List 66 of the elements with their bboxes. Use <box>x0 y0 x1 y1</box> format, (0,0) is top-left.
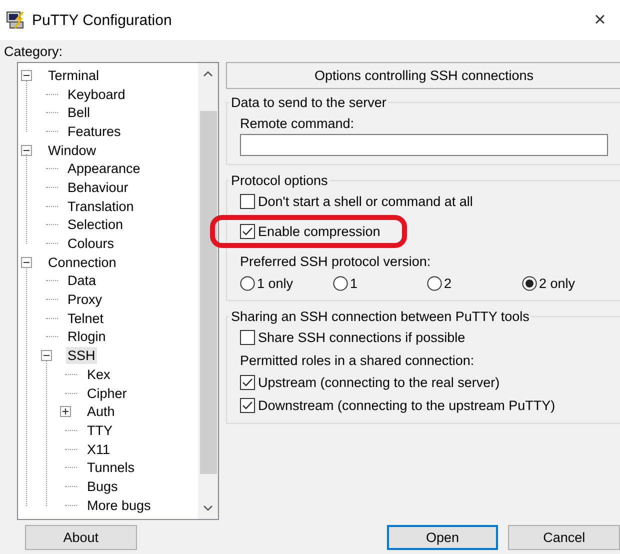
radio-label[interactable]: 2 <box>444 276 452 290</box>
tree-item[interactable]: Kex <box>85 366 112 383</box>
tree-item[interactable]: X11 <box>85 440 112 458</box>
dialog-button[interactable]: About <box>25 524 137 550</box>
tree-item[interactable]: More bugs <box>85 496 153 514</box>
tree-item[interactable]: Terminal <box>46 66 102 84</box>
expand-icon[interactable] <box>60 406 71 418</box>
tree-item[interactable]: SSH <box>66 347 98 364</box>
computer-icon <box>6 11 26 29</box>
tree-item[interactable]: Appearance <box>66 160 142 178</box>
tree-item[interactable]: Cipher <box>85 384 129 402</box>
radio-label[interactable]: 1 only <box>257 276 294 290</box>
checkbox[interactable] <box>240 398 255 413</box>
group-title: Data to send to the server <box>230 95 388 110</box>
field-label: Permitted roles in a shared connection: <box>240 352 476 370</box>
radio-button[interactable] <box>240 276 255 290</box>
tree-item[interactable]: Data <box>66 272 98 290</box>
tree-item[interactable]: Features <box>66 122 123 140</box>
radio-label[interactable]: 1 <box>350 276 358 290</box>
tree-item[interactable]: Window <box>46 142 98 159</box>
collapse-icon[interactable] <box>21 144 32 156</box>
tree-item[interactable]: Auth <box>85 403 117 420</box>
tree-item[interactable]: Behaviour <box>66 178 130 196</box>
checkbox-label[interactable]: Don't start a shell or command at all <box>258 194 473 209</box>
tree-item[interactable]: Tunnels <box>85 459 137 476</box>
tree-item[interactable]: Selection <box>66 216 126 234</box>
radio-label[interactable]: 2 only <box>539 276 576 290</box>
collapse-icon[interactable] <box>21 70 32 81</box>
tree-item[interactable]: Bugs <box>85 478 120 495</box>
close-button[interactable]: × <box>580 0 620 40</box>
scroll-thumb[interactable] <box>200 111 216 474</box>
tree-item[interactable]: Telnet <box>66 310 106 327</box>
dialog-button[interactable]: Open <box>386 524 498 550</box>
collapse-icon[interactable] <box>40 350 52 362</box>
tree-item[interactable]: Connection <box>46 254 118 271</box>
checkbox-label[interactable]: Downstream (connecting to the upstream PuTTY) <box>258 398 556 413</box>
checkbox[interactable] <box>240 330 255 345</box>
checkbox-label[interactable]: Share SSH connections if possible <box>258 330 466 345</box>
checkbox[interactable] <box>240 194 255 209</box>
scroll-up-icon[interactable] <box>203 69 213 79</box>
field-label: Preferred SSH protocol version: <box>240 252 432 271</box>
radio-button[interactable] <box>427 276 442 290</box>
checkbox[interactable] <box>240 375 255 390</box>
tree-item[interactable]: Bell <box>66 104 92 122</box>
window-title: PuTTY Configuration <box>32 12 173 28</box>
collapse-icon[interactable] <box>21 256 32 268</box>
tree-item[interactable]: Rlogin <box>66 328 108 346</box>
field-label: Remote command: <box>240 114 356 132</box>
panel-header: Options controlling SSH connections <box>226 62 620 89</box>
tree-item[interactable]: Keyboard <box>66 86 128 103</box>
group-title: Sharing an SSH connection between PuTTY tools <box>230 309 530 324</box>
group-title: Protocol options <box>230 173 329 188</box>
scroll-down-icon[interactable] <box>203 503 213 513</box>
tree-item[interactable]: Proxy <box>66 291 104 308</box>
radio-button[interactable] <box>522 276 537 290</box>
checkbox[interactable] <box>240 224 255 239</box>
tree-item[interactable]: Colours <box>66 235 116 252</box>
dialog-button[interactable]: Cancel <box>508 524 620 550</box>
category-label: Category: <box>4 42 64 61</box>
radio-button[interactable] <box>333 276 348 290</box>
tree-item[interactable]: Translation <box>66 198 136 215</box>
input-field[interactable] <box>240 134 608 156</box>
checkbox-label[interactable]: Enable compression <box>258 224 380 239</box>
checkbox-label[interactable]: Upstream (connecting to the real server) <box>258 375 500 390</box>
tree-item[interactable]: TTY <box>85 422 114 439</box>
scrollbar[interactable] <box>198 63 218 519</box>
